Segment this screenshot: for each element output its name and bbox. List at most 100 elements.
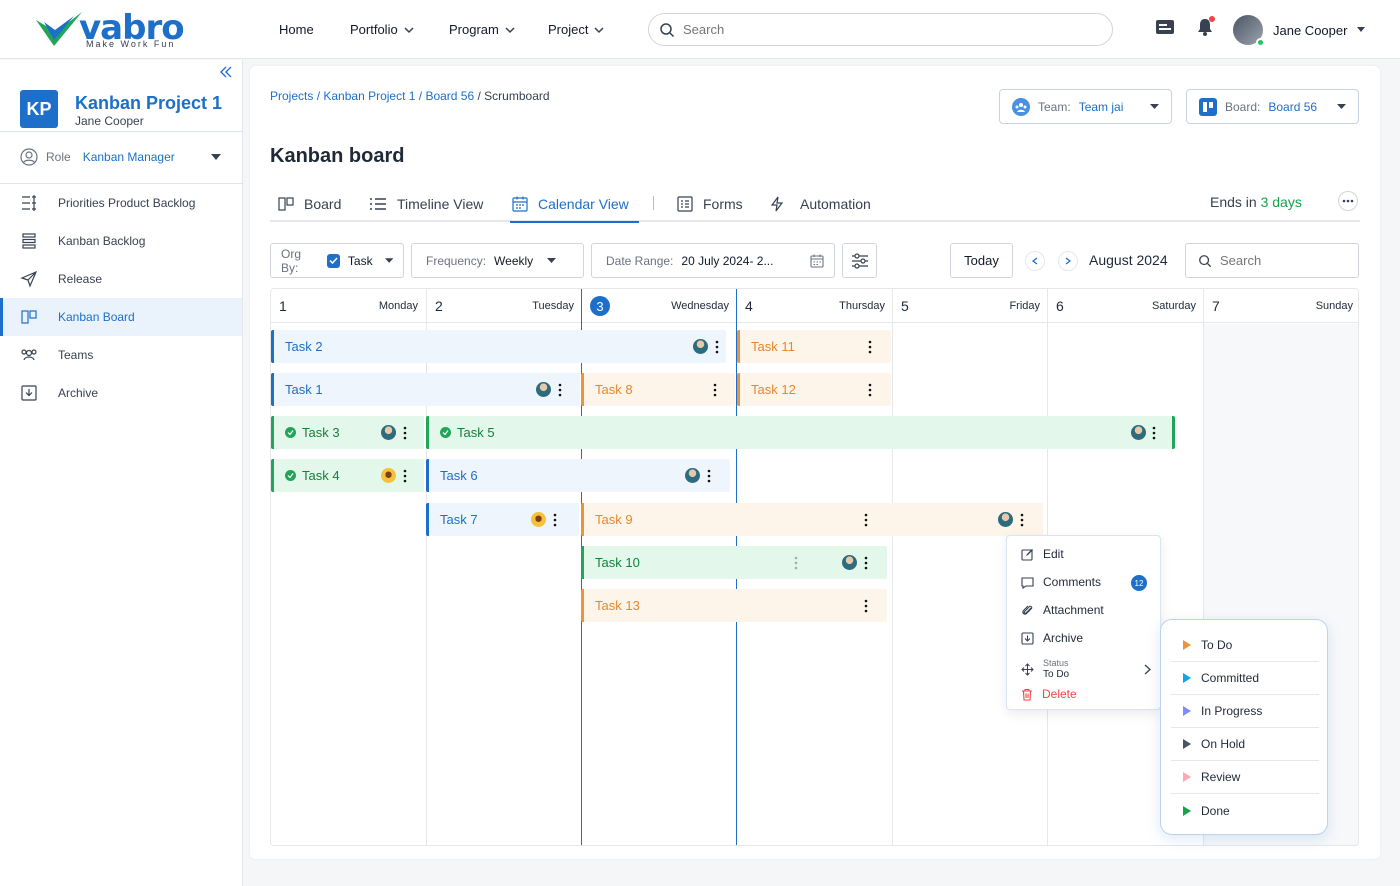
more-vertical-icon[interactable] <box>863 598 869 614</box>
task-bar-task-12[interactable]: Task 12 <box>737 373 891 406</box>
done-check-icon <box>285 427 296 438</box>
team-selector[interactable]: Team: Team jai <box>999 89 1172 124</box>
sidebar-item-priorities-backlog[interactable]: Priorities Product Backlog <box>0 184 242 222</box>
status-option-done[interactable]: Done <box>1171 794 1319 827</box>
nav-program[interactable]: Program <box>449 22 515 37</box>
board-square-icon <box>1199 97 1217 116</box>
status-option-in-progress[interactable]: In Progress <box>1171 695 1319 728</box>
tab-calendar[interactable]: Calendar View <box>510 186 639 223</box>
user-avatar[interactable] <box>1233 15 1265 47</box>
day-number: 4 <box>745 298 753 314</box>
more-vertical-icon[interactable] <box>867 339 873 355</box>
tab-board[interactable]: Board <box>278 186 341 222</box>
more-vertical-icon[interactable] <box>712 382 718 398</box>
status-option-to-do[interactable]: To Do <box>1171 629 1319 662</box>
month-label: August 2024 <box>1089 252 1168 268</box>
calendar-search-input[interactable] <box>1220 253 1350 268</box>
project-title[interactable]: Kanban Project 1 <box>75 93 222 114</box>
calendar-search[interactable] <box>1185 243 1359 278</box>
day-number: 6 <box>1056 298 1064 314</box>
sidebar-item-release[interactable]: Release <box>0 260 242 298</box>
user-name[interactable]: Jane Cooper <box>1273 23 1347 38</box>
task-bar-task-4[interactable]: Task 4 <box>271 459 424 492</box>
more-vertical-icon[interactable] <box>867 382 873 398</box>
task-name: Task 6 <box>440 468 478 483</box>
paperclip-icon <box>1022 605 1033 615</box>
project-owner: Jane Cooper <box>75 114 144 128</box>
more-vertical-icon[interactable] <box>1151 425 1157 441</box>
breadcrumb-board[interactable]: Board 56 <box>425 89 474 103</box>
task-bar-task-1[interactable]: Task 1 <box>271 373 580 406</box>
breadcrumb-projects[interactable]: Projects <box>270 89 313 103</box>
menu-item-archive[interactable]: Archive <box>1021 629 1151 647</box>
today-button[interactable]: Today <box>950 243 1013 278</box>
task-name: Task 12 <box>751 382 796 397</box>
day-name: Monday <box>378 300 418 312</box>
tab-timeline[interactable]: Timeline View <box>369 186 483 222</box>
task-bar-task-2[interactable]: Task 2 <box>271 330 726 363</box>
tab-forms[interactable]: Forms <box>677 186 743 222</box>
notifications-button[interactable] <box>1197 16 1215 36</box>
assignee-avatar <box>531 512 546 527</box>
more-vertical-icon[interactable] <box>552 512 558 528</box>
nav-project[interactable]: Project <box>548 22 604 37</box>
task-bar-task-5[interactable]: Task 5 <box>426 416 1175 449</box>
global-search-input[interactable] <box>683 22 1083 37</box>
more-vertical-icon[interactable] <box>402 468 408 484</box>
more-vertical-icon[interactable] <box>557 382 563 398</box>
next-week-button[interactable] <box>1058 251 1078 271</box>
task-bar-task-6[interactable]: Task 6 <box>426 459 730 492</box>
status-option-committed[interactable]: Committed <box>1171 662 1319 695</box>
vabro-logo[interactable]: vabro Make Work Fun <box>34 8 194 50</box>
inbox-button[interactable] <box>1155 18 1175 36</box>
more-vertical-icon[interactable] <box>1019 512 1025 528</box>
sidebar-item-kanban-board[interactable]: Kanban Board <box>0 298 242 336</box>
more-vertical-icon[interactable] <box>863 555 869 571</box>
org-by-select[interactable]: Org By: Task <box>270 243 404 278</box>
task-bar-task-8[interactable]: Task 8 <box>581 373 735 406</box>
board-selector[interactable]: Board: Board 56 <box>1186 89 1359 124</box>
ends-prefix: Ends in <box>1210 194 1257 210</box>
prev-week-button[interactable] <box>1025 251 1045 271</box>
more-vertical-icon[interactable] <box>706 468 712 484</box>
task-bar-task-13[interactable]: Task 13 <box>581 589 887 622</box>
menu-item-status[interactable]: Status To Do <box>1021 657 1151 681</box>
nav-portfolio[interactable]: Portfolio <box>350 22 414 37</box>
role-caret-icon[interactable] <box>211 154 221 161</box>
tab-automation[interactable]: Automation <box>770 186 871 222</box>
status-option-review[interactable]: Review <box>1171 761 1319 794</box>
menu-item-edit[interactable]: Edit <box>1021 545 1151 563</box>
filter-settings-button[interactable] <box>842 243 877 278</box>
task-bar-task-10[interactable]: Task 10 <box>581 546 887 579</box>
team-label: Team: <box>1038 99 1071 114</box>
task-bar-task-9[interactable]: Task 9 <box>581 503 1043 536</box>
status-option-on-hold[interactable]: On Hold <box>1171 728 1319 761</box>
breadcrumb-project[interactable]: Kanban Project 1 <box>323 89 415 103</box>
send-icon <box>20 270 38 288</box>
role-selector[interactable]: Role Kanban Manager <box>20 148 175 166</box>
more-vertical-icon[interactable] <box>863 512 869 528</box>
collapse-sidebar-icon[interactable] <box>219 66 233 78</box>
task-bar-task-3[interactable]: Task 3 <box>271 416 424 449</box>
nav-home[interactable]: Home <box>279 22 314 37</box>
task-bar-task-11[interactable]: Task 11 <box>737 330 891 363</box>
task-bar-task-7[interactable]: Task 7 <box>426 503 579 536</box>
menu-item-delete[interactable]: Delete <box>1021 685 1151 703</box>
day-number: 2 <box>435 298 443 314</box>
date-range-label: Date Range: <box>606 253 674 268</box>
frequency-select[interactable]: Frequency: Weekly <box>411 243 584 278</box>
sidebar-item-kanban-backlog[interactable]: Kanban Backlog <box>0 222 242 260</box>
date-range-picker[interactable]: Date Range: 20 July 2024- 2... <box>591 243 835 278</box>
user-menu-caret-icon[interactable] <box>1356 26 1366 34</box>
drag-handle-icon[interactable] <box>793 555 799 571</box>
more-vertical-icon[interactable] <box>714 339 720 355</box>
more-vertical-icon[interactable] <box>402 425 408 441</box>
sidebar-item-archive[interactable]: Archive <box>0 374 242 412</box>
menu-item-attachment[interactable]: Attachment <box>1021 601 1151 619</box>
global-search[interactable] <box>648 13 1113 46</box>
status-label: Status <box>1043 658 1069 668</box>
tab-label: Timeline View <box>397 196 484 212</box>
status-option-label: Done <box>1201 803 1230 818</box>
more-options-button[interactable] <box>1338 191 1358 211</box>
sidebar-item-teams[interactable]: Teams <box>0 336 242 374</box>
